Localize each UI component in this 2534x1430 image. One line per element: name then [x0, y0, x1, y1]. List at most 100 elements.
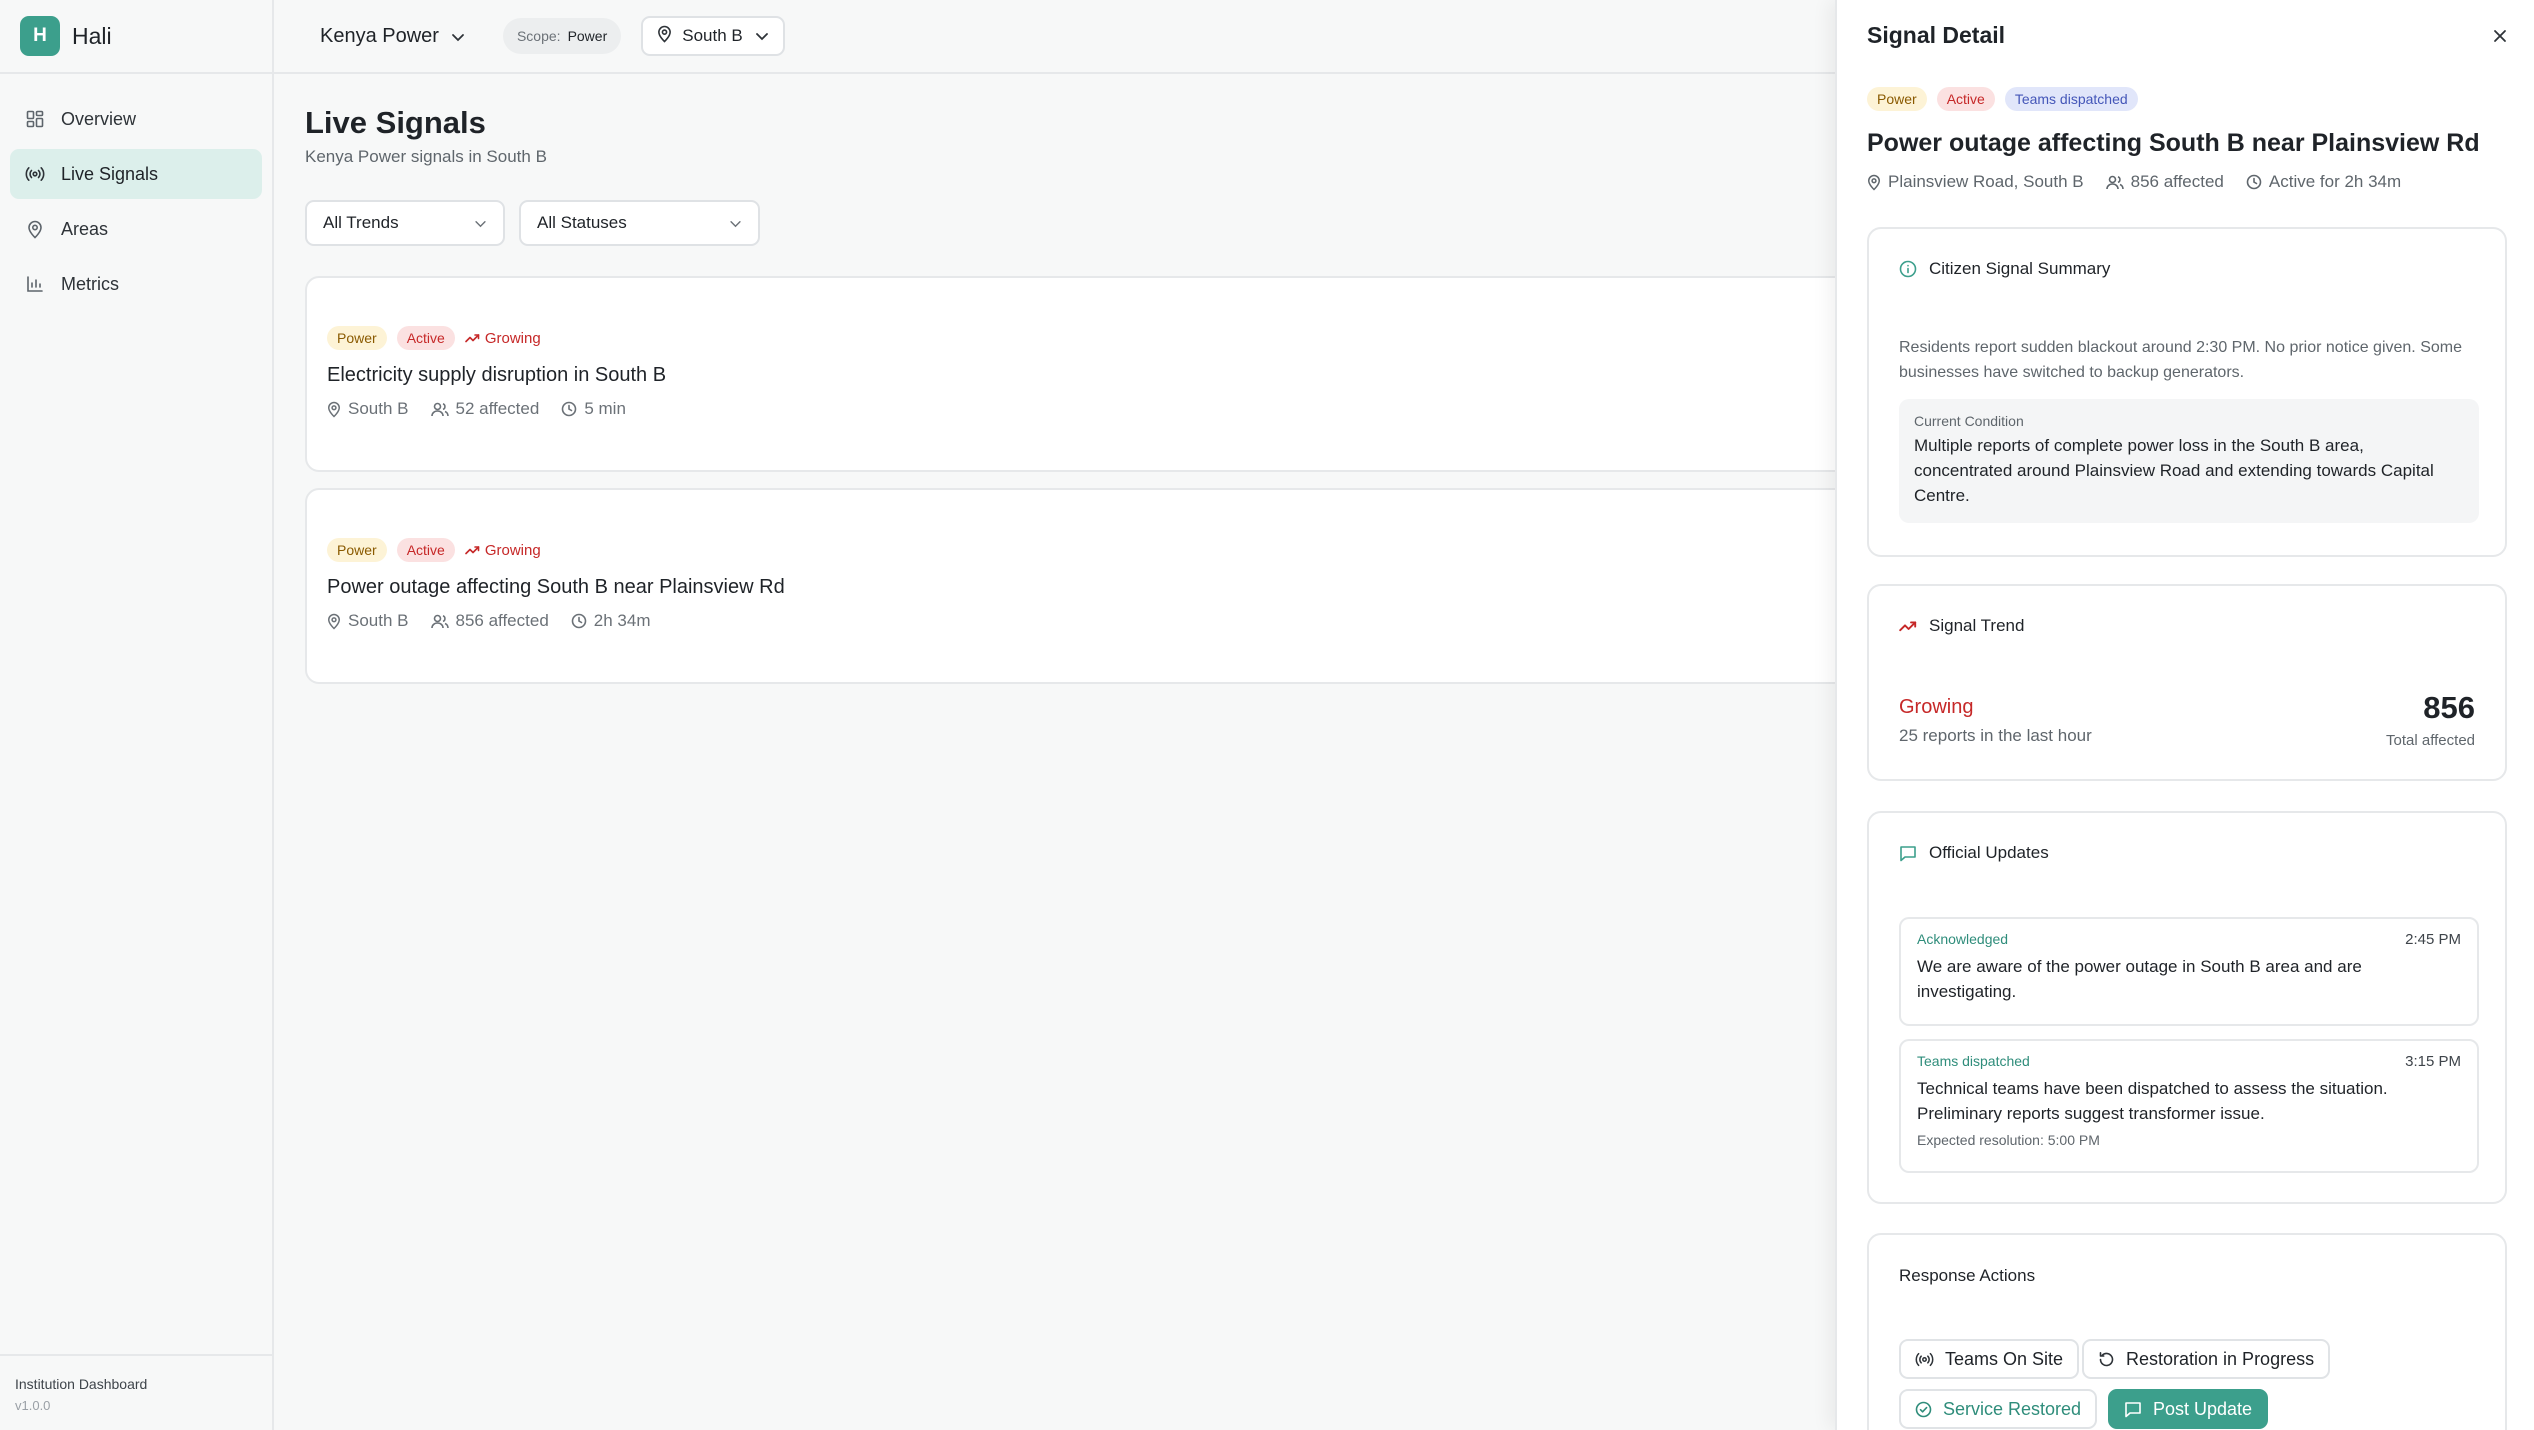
message-icon [2125, 1402, 2141, 1418]
total-affected-value: 856 [2423, 690, 2475, 725]
post-update-button[interactable]: Post Update [2108, 1389, 2269, 1429]
phase-badge: Teams dispatched [2004, 87, 2138, 111]
total-affected-label: Total affected [2386, 732, 2475, 749]
footer-title: Institution Dashboard [15, 1376, 148, 1392]
summary-text: Residents report sudden blackout around … [1899, 339, 2462, 381]
condition-text: Multiple reports of complete power loss … [1914, 436, 2434, 505]
info-icon [1899, 260, 1917, 278]
bar-chart-icon [25, 274, 45, 294]
sidebar-footer: Institution Dashboard v1.0.0 [0, 1354, 272, 1430]
update-status: Teams dispatched [1917, 1053, 2030, 1069]
message-icon [1900, 846, 1916, 862]
signal-affected: 856 affected [430, 611, 549, 631]
map-pin-icon [25, 219, 45, 239]
category-badge: Power [1867, 87, 1927, 111]
sidebar-item-overview[interactable]: Overview [10, 94, 262, 144]
map-pin-icon [328, 613, 340, 630]
trend-indicator: Growing [465, 542, 541, 559]
update-text: Technical teams have been dispatched to … [1917, 1079, 2388, 1123]
service-restored-button[interactable]: Service Restored [1899, 1389, 2098, 1429]
signal-duration: 2h 34m [571, 611, 651, 631]
signal-card[interactable]: Power Active Growing Power outage affect… [305, 488, 1905, 684]
update-time: 2:45 PM [2405, 931, 2461, 948]
brand-name: Hali [72, 22, 112, 49]
sidebar-item-label: Overview [61, 108, 137, 129]
close-icon[interactable] [2488, 24, 2512, 48]
area-selector[interactable]: South B [641, 16, 785, 56]
clock-icon [562, 401, 577, 417]
chevron-down-icon [451, 25, 465, 48]
signal-affected-text: 52 affected [455, 399, 540, 418]
update-status: Acknowledged [1917, 931, 2009, 947]
signal-detail-panel: Signal Detail Power Active Teams dispatc… [1835, 0, 2534, 1430]
broadcast-icon [25, 164, 45, 184]
signal-area-text: South B [348, 399, 409, 418]
map-pin-icon [657, 25, 672, 48]
category-badge: Power [327, 326, 387, 350]
trend-heading: Signal Trend [1929, 616, 2025, 635]
trend-filter-value: All Trends [323, 213, 399, 232]
scope-key: Scope: [516, 28, 561, 44]
signal-title: Power outage affecting South B near Plai… [327, 576, 785, 598]
clock-icon [2246, 174, 2262, 190]
chevron-down-icon [755, 26, 769, 46]
map-pin-icon [1868, 174, 1880, 191]
signal-area: South B [327, 611, 409, 631]
dashboard-icon [25, 109, 45, 129]
signal-trend-card: Signal Trend Growing 25 reports in the l… [1867, 584, 2507, 781]
expected-resolution: Expected resolution: 5:00 PM [1917, 1132, 2100, 1148]
sidebar-nav: Overview Live Signals Areas Metrics [0, 74, 272, 309]
actions-heading: Response Actions [1899, 1266, 2036, 1285]
status-badge: Active [396, 538, 455, 562]
trending-up-icon [1899, 621, 1917, 632]
status-filter-select[interactable]: All Statuses [519, 200, 760, 246]
clock-icon [571, 613, 587, 629]
current-condition: Current Condition Multiple reports of co… [1899, 399, 2479, 523]
official-updates-card: Official Updates Acknowledged 2:45 PM We… [1867, 811, 2507, 1204]
signal-area-text: South B [348, 611, 409, 630]
detail-location-text: Plainsview Road, South B [1888, 172, 2084, 191]
detail-affected: 856 affected [2105, 172, 2224, 192]
detail-title: Power outage affecting South B near Plai… [1867, 129, 2480, 157]
restoration-in-progress-button[interactable]: Restoration in Progress [2082, 1339, 2331, 1379]
sidebar-item-label: Metrics [61, 273, 119, 294]
updates-heading: Official Updates [1929, 843, 2049, 862]
detail-active-for: Active for 2h 34m [2246, 172, 2401, 192]
area-name: South B [682, 26, 743, 45]
scope-badge: Scope: Power [502, 18, 622, 54]
org-selector[interactable]: Kenya Power [320, 25, 465, 48]
sidebar-item-areas[interactable]: Areas [10, 204, 262, 254]
category-badge: Power [327, 538, 387, 562]
button-label: Service Restored [1943, 1398, 2082, 1419]
trend-indicator: Growing [465, 330, 541, 347]
signal-duration-text: 5 min [584, 399, 626, 418]
signal-affected: 52 affected [430, 399, 540, 419]
trend-status: Growing [1899, 696, 1974, 718]
sidebar-item-live-signals[interactable]: Live Signals [10, 149, 262, 199]
sidebar-item-metrics[interactable]: Metrics [10, 259, 262, 309]
status-filter-value: All Statuses [537, 213, 627, 232]
signal-card[interactable]: Power Active Growing Electricity supply … [305, 276, 1905, 472]
page-title: Live Signals [305, 105, 486, 140]
teams-on-site-button[interactable]: Teams On Site [1899, 1339, 2080, 1379]
signal-title: Electricity supply disruption in South B [327, 364, 667, 386]
map-pin-icon [328, 401, 340, 418]
sidebar: H Hali Overview Live Signals Areas Metri… [0, 0, 274, 1430]
users-icon [430, 402, 449, 416]
button-label: Post Update [2153, 1398, 2253, 1419]
trend-filter-select[interactable]: All Trends [305, 200, 505, 246]
brand-logo: H [20, 16, 60, 56]
update-item: Acknowledged 2:45 PM We are aware of the… [1899, 917, 2479, 1026]
detail-affected-text: 856 affected [2130, 172, 2224, 191]
brand[interactable]: H Hali [0, 0, 272, 74]
signal-duration-text: 2h 34m [593, 611, 651, 630]
panel-header: Signal Detail [1867, 22, 2006, 48]
scope-value: Power [567, 28, 608, 44]
update-time: 3:15 PM [2405, 1053, 2461, 1070]
status-badge: Active [396, 326, 455, 350]
broadcast-icon [1915, 1352, 1934, 1366]
footer-version: v1.0.0 [15, 1398, 51, 1413]
detail-active-for-text: Active for 2h 34m [2268, 172, 2402, 191]
users-icon [2105, 175, 2124, 189]
button-label: Teams On Site [1945, 1348, 2064, 1369]
